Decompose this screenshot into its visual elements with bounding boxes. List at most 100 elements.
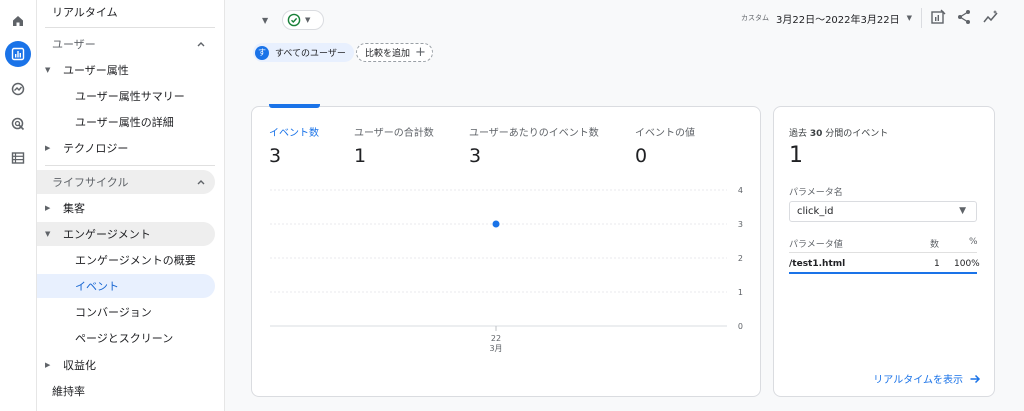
sidebar-item-retention[interactable]: 維持率 bbox=[37, 379, 215, 403]
column-header-percent: % bbox=[969, 237, 978, 247]
sidebar-item-events[interactable]: イベント bbox=[37, 274, 215, 298]
sidebar-item-label: ユーザー属性の詳細 bbox=[75, 116, 174, 129]
metric-label: ユーザーの合計数 bbox=[354, 128, 434, 139]
section-label: ライフサイクル bbox=[52, 176, 129, 189]
sidebar-item-label: ページとスクリーン bbox=[75, 332, 174, 345]
metric-label: イベントの値 bbox=[635, 128, 695, 139]
reports-icon[interactable] bbox=[5, 41, 31, 67]
caret-down-icon: ▼ bbox=[45, 230, 51, 238]
sidebar-item-user-attr-summary[interactable]: ユーザー属性サマリー bbox=[37, 84, 215, 108]
sidebar-section-lifecycle[interactable]: ライフサイクル bbox=[37, 170, 215, 194]
check-circle-icon bbox=[287, 13, 301, 27]
y-tick-label: 1 bbox=[738, 288, 743, 297]
sidebar-item-acquisition[interactable]: ▶ 集客 bbox=[37, 196, 215, 220]
sidebar-item-label: イベント bbox=[75, 280, 119, 293]
metric-value: 0 bbox=[635, 145, 648, 167]
chevron-up-icon bbox=[197, 180, 205, 185]
date-range-text: 3月22日～2022年3月22日 bbox=[775, 14, 900, 26]
sidebar-divider bbox=[45, 27, 215, 28]
configure-icon[interactable] bbox=[5, 145, 31, 171]
metric-tab-event-count[interactable]: イベント数 3 bbox=[269, 124, 319, 167]
sidebar-item-technology[interactable]: ▶ テクノロジー bbox=[37, 136, 215, 160]
row-param-value: /test1.html bbox=[789, 259, 846, 269]
sidebar-item-realtime[interactable]: リアルタイム bbox=[37, 0, 215, 24]
audience-label: すべてのユーザー bbox=[275, 49, 346, 59]
caret-down-icon: ▼ bbox=[906, 14, 912, 22]
sidebar-item-conversions[interactable]: コンバージョン bbox=[37, 300, 215, 324]
caret-down-icon: ▼ bbox=[959, 206, 966, 216]
metric-value: 1 bbox=[354, 145, 367, 167]
report-sidebar: リアルタイム ユーザー ▼ ユーザー属性 ユーザー属性サマリー ユーザー属性の詳… bbox=[37, 0, 225, 411]
add-comparison-button[interactable]: 比較を追加 + bbox=[356, 43, 433, 62]
home-icon[interactable] bbox=[5, 8, 31, 34]
arrow-right-icon bbox=[970, 374, 981, 383]
sidebar-item-label: テクノロジー bbox=[63, 142, 129, 155]
toolbar-divider bbox=[921, 8, 922, 28]
row-percent: 100% bbox=[954, 259, 980, 269]
table-header-divider bbox=[789, 252, 977, 253]
caret-down-icon: ▼ bbox=[305, 16, 311, 24]
x-tick-label: 22 bbox=[491, 334, 501, 343]
event-count-chart: 4 3 2 1 0 22 3月 bbox=[270, 186, 743, 353]
sidebar-item-user-attributes[interactable]: ▼ ユーザー属性 bbox=[37, 58, 215, 82]
param-selected-value: click_id bbox=[797, 206, 834, 217]
caret-right-icon: ▶ bbox=[45, 204, 51, 212]
sidebar-item-label: 収益化 bbox=[63, 359, 96, 372]
date-custom-label: カスタム bbox=[740, 14, 769, 22]
metric-value: 3 bbox=[469, 145, 482, 167]
plus-icon: + bbox=[415, 45, 426, 60]
title-minutes: 30 bbox=[809, 129, 823, 139]
sidebar-item-monetization[interactable]: ▶ 収益化 bbox=[37, 353, 215, 377]
column-header-param-value: パラメータ値 bbox=[789, 240, 843, 250]
caret-down-icon: ▼ bbox=[45, 66, 51, 74]
sidebar-item-user-attr-detail[interactable]: ユーザー属性の詳細 bbox=[37, 110, 215, 134]
title-suffix: 分間のイベント bbox=[825, 129, 889, 139]
row-share-bar bbox=[789, 272, 977, 274]
sidebar-item-label: ユーザー属性サマリー bbox=[75, 90, 185, 103]
y-tick-label: 0 bbox=[738, 322, 743, 331]
sidebar-item-label: ユーザー属性 bbox=[63, 64, 129, 77]
param-name-select[interactable]: click_id ▼ bbox=[789, 201, 977, 222]
sidebar-item-pages-screens[interactable]: ページとスクリーン bbox=[37, 326, 215, 350]
sidebar-section-user[interactable]: ユーザー bbox=[37, 32, 215, 56]
audience-avatar: す bbox=[255, 45, 269, 60]
sidebar-item-label: エンゲージメントの概要 bbox=[75, 254, 196, 267]
realtime-card-title: 過去 30 分間のイベント bbox=[789, 126, 888, 139]
compare-label: 比較を追加 bbox=[365, 49, 411, 59]
nav-rail bbox=[0, 0, 37, 411]
sidebar-item-engagement[interactable]: ▼ エンゲージメント bbox=[37, 222, 215, 246]
column-header-count: 数 bbox=[930, 240, 940, 250]
explore-icon[interactable] bbox=[5, 76, 31, 102]
active-metric-indicator bbox=[269, 104, 320, 108]
param-name-label: パラメータ名 bbox=[789, 188, 843, 198]
realtime-event-count: 1 bbox=[789, 143, 803, 168]
metric-tab-events-per-user[interactable]: ユーザーあたりのイベント数 3 bbox=[469, 124, 599, 167]
audience-filter-chip[interactable]: す すべてのユーザー bbox=[253, 43, 354, 62]
link-label: リアルタイムを表示 bbox=[873, 375, 963, 386]
title-dropdown-caret[interactable]: ▼ bbox=[262, 16, 268, 25]
row-count: 1 bbox=[934, 259, 940, 269]
metric-tab-event-value[interactable]: イベントの値 0 bbox=[635, 124, 695, 167]
sidebar-divider bbox=[45, 165, 215, 166]
caret-right-icon: ▶ bbox=[45, 144, 51, 152]
share-icon[interactable] bbox=[955, 8, 973, 26]
y-tick-label: 3 bbox=[738, 220, 743, 229]
metric-label: ユーザーあたりのイベント数 bbox=[469, 128, 599, 139]
metric-tab-total-users[interactable]: ユーザーの合計数 1 bbox=[354, 124, 434, 167]
sidebar-item-label: エンゲージメント bbox=[63, 228, 151, 241]
date-range-picker[interactable]: カスタム 3月22日～2022年3月22日 ▼ bbox=[741, 10, 912, 26]
data-quality-chip[interactable]: ▼ bbox=[282, 10, 324, 30]
title-prefix: 過去 bbox=[789, 129, 808, 139]
data-point[interactable] bbox=[492, 220, 500, 228]
sidebar-item-engagement-overview[interactable]: エンゲージメントの概要 bbox=[37, 248, 215, 272]
insights-icon[interactable] bbox=[982, 8, 1000, 26]
y-tick-label: 2 bbox=[738, 254, 743, 263]
caret-right-icon: ▶ bbox=[45, 361, 51, 369]
advertising-icon[interactable] bbox=[5, 111, 31, 137]
sidebar-item-label: リアルタイム bbox=[52, 6, 118, 19]
sidebar-item-label: 維持率 bbox=[52, 385, 85, 398]
x-tick-month: 3月 bbox=[489, 344, 502, 353]
view-realtime-link[interactable]: リアルタイムを表示 bbox=[873, 371, 981, 386]
customize-report-icon[interactable] bbox=[929, 8, 947, 26]
sidebar-item-label: 集客 bbox=[63, 202, 85, 215]
